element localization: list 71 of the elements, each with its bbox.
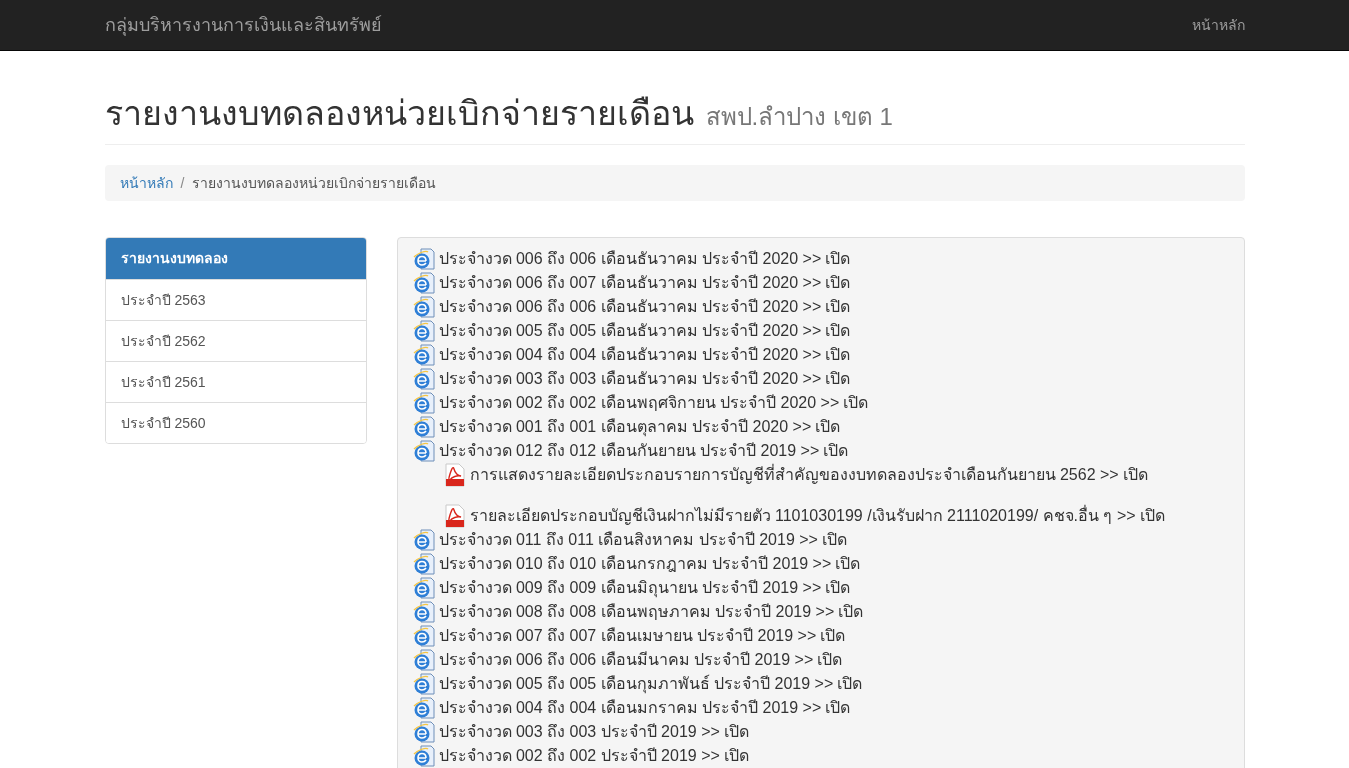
open-link[interactable]: เปิด xyxy=(825,367,851,392)
report-text: ประจำงวด 006 ถึง 006 เดือนมีนาคม ประจำปี 2019 >> xyxy=(438,650,814,671)
report-text: ประจำงวด 001 ถึง 001 เดือนตุลาคม ประจำปี 2020 >> xyxy=(438,417,812,439)
report-text: ประจำงวด 006 ถึง 006 เดือนธันวาคม ประจำปี 2020 >> xyxy=(438,297,822,318)
web-document-icon xyxy=(412,553,435,576)
web-document-icon xyxy=(412,529,435,552)
report-text: ประจำงวด 005 ถึง 005 เดือนกุมภาพันธ์ ประจำปี 2019 >> xyxy=(438,673,834,696)
report-text: ประจำงวด 003 ถึง 003 เดือนธันวาคม ประจำปี 2020 >> xyxy=(438,369,822,390)
open-link[interactable]: เปิด xyxy=(1139,504,1165,529)
open-link[interactable]: เปิด xyxy=(820,624,846,649)
web-document-icon xyxy=(412,248,435,271)
breadcrumb-separator: / xyxy=(179,173,186,193)
report-text: ประจำงวด 012 ถึง 012 เดือนกันยายน ประจำปี 2019 >> xyxy=(438,441,820,462)
open-link[interactable]: เปิด xyxy=(837,672,863,697)
site-brand[interactable]: กลุ่มบริหารงานการเงินและสินทรัพย์ xyxy=(104,11,382,39)
sidebar-item[interactable]: รายงานงบทดลอง xyxy=(105,238,366,280)
web-document-icon xyxy=(412,392,435,415)
report-text: รายละเอียดประกอบบัญชีเงินฝากไม่มีรายตัว 1101030199 /เงินรับฝาก 2111020199/ คชจ.อื่น ๆ >> xyxy=(469,504,1136,527)
report-text: ประจำงวด 006 ถึง 007 เดือนธันวาคม ประจำปี 2020 >> xyxy=(438,273,822,294)
web-document-icon xyxy=(412,344,435,367)
report-text: ประจำงวด 004 ถึง 004 เดือนมกราคม ประจำปี 2019 >> xyxy=(438,698,822,719)
open-link[interactable]: เปิด xyxy=(825,343,851,368)
open-link[interactable]: เปิด xyxy=(825,271,851,296)
page-subtitle: สพป.ลำปาง เขต 1 xyxy=(705,102,893,132)
web-document-icon xyxy=(412,577,435,600)
report-text: ประจำงวด 003 ถึง 003 ประจำปี 2019 >> xyxy=(438,722,720,743)
pdf-file-icon xyxy=(443,463,466,488)
open-link[interactable]: เปิด xyxy=(821,528,847,553)
open-link[interactable]: เปิด xyxy=(825,247,851,272)
open-link[interactable]: เปิด xyxy=(823,439,849,464)
open-link[interactable]: เปิด xyxy=(815,415,841,440)
open-link[interactable]: เปิด xyxy=(723,720,749,745)
open-link[interactable]: เปิด xyxy=(825,319,851,344)
report-text: ประจำงวด 002 ถึง 002 ประจำปี 2019 >> xyxy=(438,746,720,767)
open-link[interactable]: เปิด xyxy=(825,576,851,601)
report-text: การแสดงรายละเอียดประกอบรายการบัญชีที่สำคัญของงบทดลองประจำเดือนกันยายน 2562 >> xyxy=(469,463,1119,486)
web-document-icon xyxy=(412,625,435,648)
report-text: ประจำงวด 006 ถึง 006 เดือนธันวาคม ประจำปี 2020 >> xyxy=(438,249,822,270)
open-link[interactable]: เปิด xyxy=(817,648,843,673)
open-link[interactable]: เปิด xyxy=(835,552,861,577)
sidebar-item[interactable]: ประจำปี 2560 xyxy=(105,402,366,444)
pdf-file-icon xyxy=(443,504,466,529)
report-text: ประจำงวด 005 ถึง 005 เดือนธันวาคม ประจำปี 2020 >> xyxy=(438,321,822,342)
breadcrumb-current: รายงานงบทดลองหน่วยเบิกจ่ายรายเดือน xyxy=(192,173,437,193)
open-link[interactable]: เปิด xyxy=(825,295,851,320)
report-text: ประจำงวด 004 ถึง 004 เดือนธันวาคม ประจำปี 2020 >> xyxy=(438,345,822,366)
web-document-icon xyxy=(412,673,435,696)
report-text: ประจำงวด 011 ถึง 011 เดือนสิงหาคม ประจำปี 2019 >> xyxy=(438,530,818,551)
report-text: ประจำงวด 009 ถึง 009 เดือนมิถุนายน ประจำปี 2019 >> xyxy=(438,578,822,600)
open-link[interactable]: เปิด xyxy=(838,600,864,625)
web-document-icon xyxy=(412,649,435,672)
web-document-icon xyxy=(412,440,435,463)
report-text: ประจำงวด 007 ถึง 007 เดือนเมษายน ประจำปี 2019 >> xyxy=(438,626,817,647)
page-title: รายงานงบทดลองหน่วยเบิกจ่ายรายเดือน xyxy=(104,93,694,134)
web-document-icon xyxy=(412,320,435,343)
web-document-icon xyxy=(412,296,435,319)
web-document-icon xyxy=(412,721,435,744)
web-document-icon xyxy=(412,697,435,720)
breadcrumb-link[interactable]: หน้าหลัก xyxy=(119,172,173,194)
web-document-icon xyxy=(412,601,435,624)
open-link[interactable]: เปิด xyxy=(1122,463,1148,488)
open-link[interactable]: เปิด xyxy=(843,391,869,416)
open-link[interactable]: เปิด xyxy=(825,696,851,721)
web-document-icon xyxy=(412,416,435,439)
web-document-icon xyxy=(412,272,435,295)
open-link[interactable]: เปิด xyxy=(723,744,749,768)
report-text: ประจำงวด 008 ถึง 008 เดือนพฤษภาคม ประจำปี 2019 >> xyxy=(438,602,835,623)
nav-link[interactable]: หน้าหลัก xyxy=(1191,14,1245,36)
web-document-icon xyxy=(412,368,435,391)
report-text: ประจำงวด 002 ถึง 002 เดือนพฤศจิกายน ประจำปี 2020 >> xyxy=(438,393,840,414)
report-text: ประจำงวด 010 ถึง 010 เดือนกรกฎาคม ประจำปี 2019 >> xyxy=(438,554,832,575)
